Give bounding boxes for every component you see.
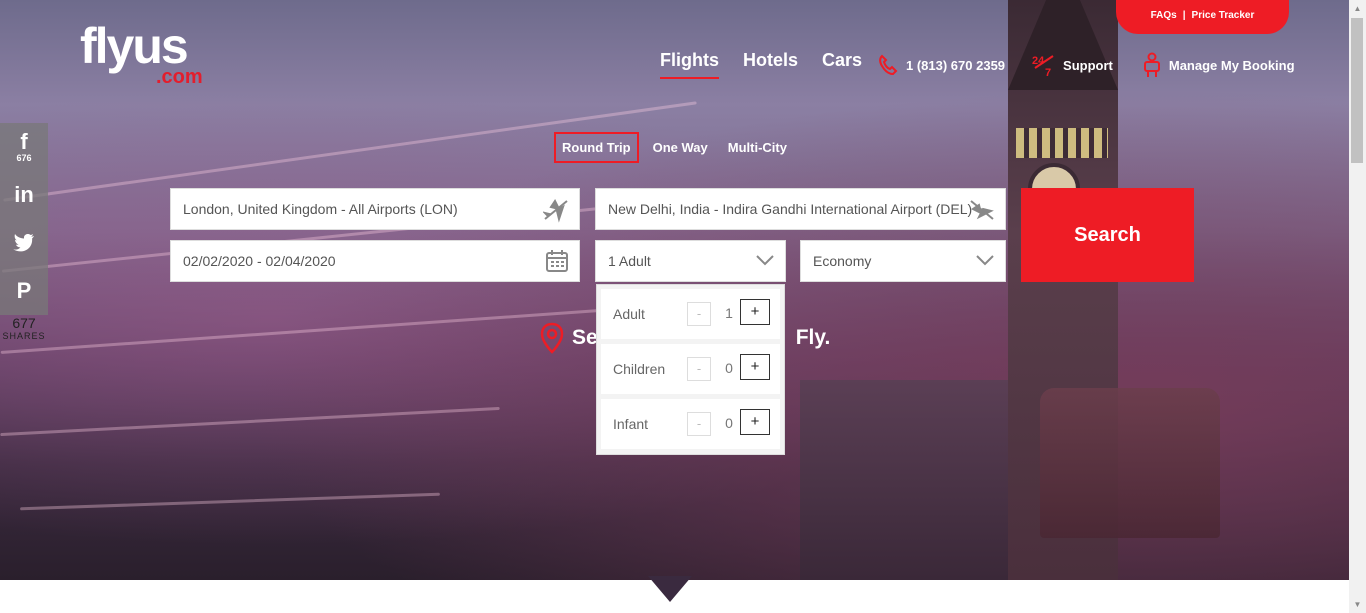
pax-row-children: Children - 0 + [601,344,780,394]
top-tab-separator: | [1182,10,1186,21]
manage-booking-link[interactable]: Manage My Booking [1139,52,1295,78]
price-tracker-link[interactable]: Price Tracker [1192,10,1255,21]
linkedin-icon: in [14,182,34,207]
search-button[interactable]: Search [1021,188,1194,282]
support-link[interactable]: 24 7 Support [1031,52,1113,78]
main-nav: Flights Hotels Cars [660,50,862,79]
scroll-down-notch[interactable] [648,576,692,602]
light-streak [20,492,440,511]
parliament-silhouette [800,380,1030,580]
infant-decrement-button[interactable]: - [687,412,711,436]
passengers-value: 1 Adult [608,253,651,269]
pinterest-icon: P [16,278,32,303]
header-links: 1 (813) 670 2359 24 7 Support Manage My … [876,52,1321,78]
twitter-share-button[interactable] [0,219,48,267]
trip-type-selector: Round Trip One Way Multi-City [554,132,801,163]
facebook-icon: f [20,129,28,154]
nav-flights[interactable]: Flights [660,50,719,79]
trip-multi-city[interactable]: Multi-City [722,134,793,161]
adult-decrement-button[interactable]: - [687,302,711,326]
passenger-dropdown: Adult - 1 + Children - 0 + Infant - 0 + [596,284,785,455]
bus-silhouette [1040,388,1220,538]
from-field[interactable]: London, United Kingdom - All Airports (L… [170,188,580,230]
nav-hotels[interactable]: Hotels [743,50,798,79]
pax-row-infant: Infant - 0 + [601,399,780,449]
pax-label: Infant [613,416,649,432]
passengers-select[interactable]: 1 Adult [595,240,786,282]
faqs-link[interactable]: FAQs [1151,10,1177,21]
tagline-end: Fly. [795,326,831,349]
infant-increment-button[interactable]: + [740,409,770,435]
adult-count: 1 [725,305,733,321]
phone-link[interactable]: 1 (813) 670 2359 [876,53,1005,77]
phone-number: 1 (813) 670 2359 [906,57,1006,73]
from-value: London, United Kingdom - All Airports (L… [183,201,458,217]
nav-cars[interactable]: Cars [822,50,862,79]
arrival-plane-icon [970,200,994,220]
svg-text:7: 7 [1045,67,1051,78]
to-field[interactable]: New Delhi, India - Indira Gandhi Interna… [595,188,1006,230]
top-links-tab: FAQs | Price Tracker [1116,0,1289,34]
facebook-share-button[interactable]: f 676 [0,123,48,171]
trip-round-trip[interactable]: Round Trip [554,132,639,163]
scrollbar-thumb[interactable] [1351,18,1363,163]
twitter-icon [13,234,34,252]
adult-increment-button[interactable]: + [740,299,770,325]
date-range-field[interactable]: 02/02/2020 - 02/04/2020 [170,240,580,282]
pax-row-adult: Adult - 1 + [601,289,780,339]
children-decrement-button[interactable]: - [687,357,711,381]
departure-plane-icon [543,199,568,223]
share-total-count: 677 [12,315,36,331]
calendar-icon [546,250,568,272]
pax-label: Children [613,361,666,377]
share-total-label: SHARES [2,331,46,341]
chevron-down-icon [976,255,994,266]
date-range-value: 02/02/2020 - 02/04/2020 [183,253,336,269]
cabin-class-select[interactable]: Economy [800,240,1006,282]
support-label: Support [1063,57,1113,73]
logo-domain: .com [156,66,203,88]
chevron-down-icon [756,255,774,266]
tagline-start: Se [572,326,598,349]
pax-label: Adult [613,306,645,322]
infant-count: 0 [725,415,733,431]
cabin-class-value: Economy [813,253,872,269]
location-pin-icon [540,322,564,354]
support-24-7-icon: 24 7 [1032,55,1054,78]
trip-one-way[interactable]: One Way [647,134,714,161]
logo-text: flyus [80,18,189,74]
phone-icon [879,54,898,76]
light-streak [0,309,600,354]
scroll-down-arrow-icon[interactable]: ▼ [1349,596,1366,613]
children-increment-button[interactable]: + [740,354,770,380]
site-logo[interactable]: flyus .com [80,18,203,88]
pinterest-share-button[interactable]: P [0,267,48,315]
clock-tower-windows [1016,128,1108,158]
linkedin-share-button[interactable]: in [0,171,48,219]
light-streak [0,406,500,437]
share-total: 677 SHARES [0,315,48,341]
facebook-share-count: 676 [16,153,32,163]
children-count: 0 [725,360,733,376]
traveler-icon [1143,52,1160,77]
share-sidebar: f 676 in P 677 SHARES [0,123,48,341]
scroll-up-arrow-icon[interactable]: ▲ [1349,0,1366,17]
manage-booking-label: Manage My Booking [1168,57,1295,73]
to-value: New Delhi, India - Indira Gandhi Interna… [608,201,973,217]
